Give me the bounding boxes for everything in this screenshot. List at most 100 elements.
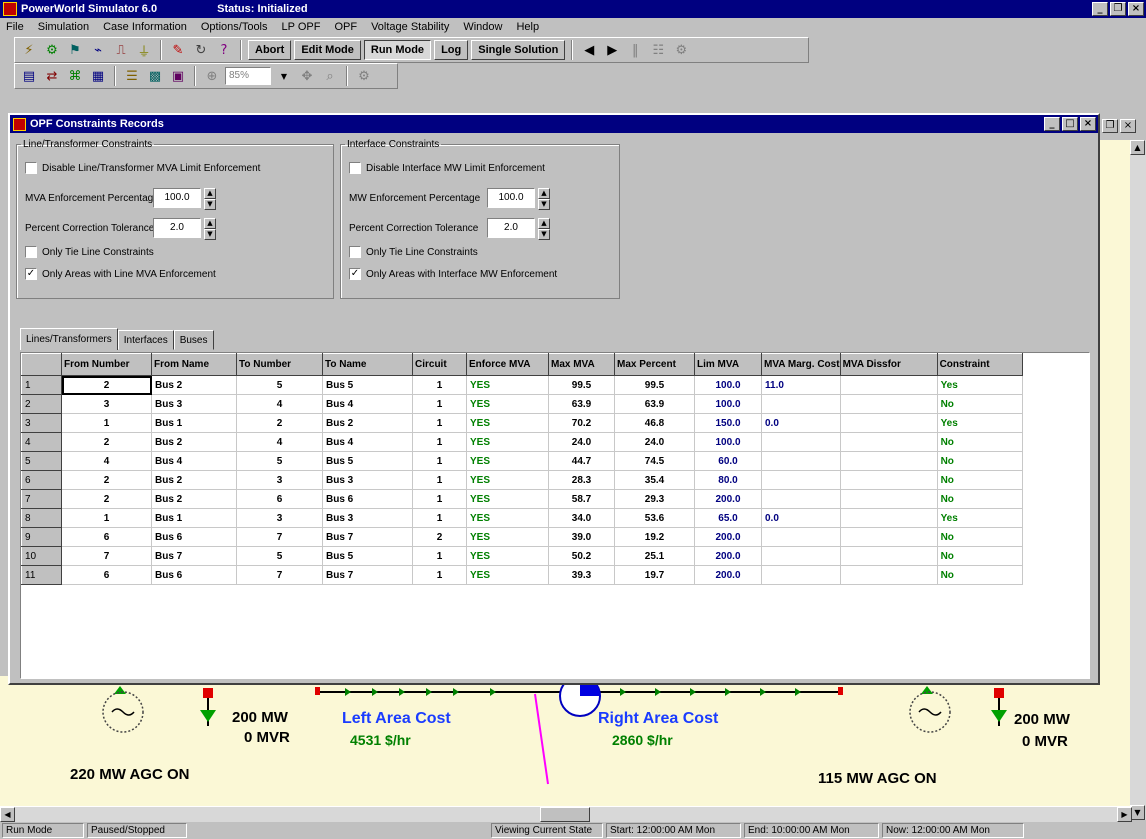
tab-interfaces[interactable]: Interfaces	[117, 330, 174, 350]
table-cell[interactable]: 200.0	[694, 527, 762, 547]
table-cell[interactable]: 1	[412, 432, 467, 452]
table-cell[interactable]: YES	[466, 432, 549, 452]
table-cell[interactable]: No	[937, 546, 1023, 566]
line-mva-pct-input[interactable]: 100.0	[153, 188, 201, 208]
opf-icon[interactable]: ⚙	[671, 41, 691, 59]
vertical-scrollbar[interactable]: ▲ ▼	[1130, 140, 1146, 820]
table-cell[interactable]: YES	[466, 394, 549, 414]
interface-tolerance-spinner[interactable]: ▲ ▼	[538, 218, 550, 240]
table-cell[interactable]: 7	[61, 546, 152, 566]
menu-case-information[interactable]: Case Information	[103, 21, 187, 33]
zoom-field[interactable]: 85%	[225, 67, 271, 85]
contingency-icon[interactable]: ☷	[648, 41, 668, 59]
table-cell[interactable]	[761, 546, 841, 566]
layers-icon[interactable]: ▣	[168, 67, 188, 85]
line-disable-row[interactable]: Disable Line/Transformer MVA Limit Enfor…	[25, 162, 260, 174]
edit-mode-button[interactable]: Edit Mode	[294, 40, 361, 60]
table-cell[interactable]: 19.2	[614, 527, 695, 547]
table-cell[interactable]	[761, 470, 841, 490]
zoom-dropdown-icon[interactable]: ▼	[274, 67, 294, 85]
table-cell[interactable]: 1	[412, 394, 467, 414]
table-cell[interactable]: Bus 5	[322, 546, 413, 566]
table-row[interactable]: 2 3 Bus 3 4 Bus 4 1 YES 63.9 63.9 100.0 No	[21, 394, 1023, 414]
table-row[interactable]: 7 2 Bus 2 6 Bus 6 1 YES 58.7 29.3 200.0 No	[21, 489, 1023, 509]
log-button[interactable]: Log	[434, 40, 469, 60]
mva-dissfor-cell[interactable]	[840, 451, 938, 471]
table-cell[interactable]: 1	[412, 470, 467, 490]
mva-dissfor-cell[interactable]	[840, 508, 938, 528]
col-enforce-mva[interactable]: Enforce MVA	[466, 353, 549, 376]
table-cell[interactable]: 99.5	[614, 375, 695, 395]
table-cell[interactable]: 74.5	[614, 451, 695, 471]
table-cell[interactable]: 1	[412, 508, 467, 528]
table-cell[interactable]: 58.7	[548, 489, 615, 509]
table-cell[interactable]: 24.0	[548, 432, 615, 452]
interface-only-tie-checkbox[interactable]	[349, 246, 361, 258]
table-cell[interactable]: Bus 5	[322, 375, 413, 395]
mva-dissfor-cell[interactable]	[840, 432, 938, 452]
col-mva-dissfor[interactable]: MVA Dissfor	[839, 353, 938, 376]
table-row[interactable]: 6 2 Bus 2 3 Bus 3 1 YES 28.3 35.4 80.0 No	[21, 470, 1023, 490]
table-cell[interactable]: Bus 3	[322, 470, 413, 490]
table-cell[interactable]: YES	[466, 508, 549, 528]
table-cell[interactable]: 63.9	[548, 394, 615, 414]
table-cell[interactable]: Bus 2	[151, 489, 237, 509]
swap-icon[interactable]: ⇄	[42, 67, 62, 85]
table-cell[interactable]: 7	[236, 527, 323, 547]
table-cell[interactable]: 50.2	[548, 546, 615, 566]
table-cell[interactable]: Yes	[937, 413, 1023, 433]
col-to-number[interactable]: To Number	[236, 353, 323, 376]
bus-icon[interactable]: ⚡	[19, 41, 39, 59]
table-cell[interactable]: 29.3	[614, 489, 695, 509]
table-cell[interactable]: 6	[61, 565, 152, 585]
table-cell[interactable]: 2	[61, 432, 152, 452]
palette-icon[interactable]: ▤	[19, 67, 39, 85]
table-cell[interactable]	[761, 565, 841, 585]
close-icon[interactable]: ×	[1128, 2, 1144, 16]
table-cell[interactable]: 2	[61, 489, 152, 509]
generator-icon[interactable]: ⚙	[42, 41, 62, 59]
table-cell[interactable]: 53.6	[614, 508, 695, 528]
table-cell[interactable]: 6	[61, 527, 152, 547]
interface-only-tie-row[interactable]: Only Tie Line Constraints	[349, 246, 478, 258]
scroll-thumb[interactable]	[540, 807, 590, 822]
table-cell[interactable]: 34.0	[548, 508, 615, 528]
table-cell[interactable]: No	[937, 394, 1023, 414]
mva-dissfor-cell[interactable]	[840, 527, 938, 547]
table-cell[interactable]	[761, 394, 841, 414]
table-cell[interactable]: 1	[412, 451, 467, 471]
table-cell[interactable]: 150.0	[694, 413, 762, 433]
table-cell[interactable]	[761, 489, 841, 509]
dialog-close-icon[interactable]: ×	[1080, 117, 1096, 131]
table-cell[interactable]: YES	[466, 546, 549, 566]
help-icon[interactable]: ?	[214, 41, 234, 59]
table-cell[interactable]: 6	[236, 489, 323, 509]
horizontal-scrollbar[interactable]: ◀ ▶	[0, 806, 1132, 822]
oneline-close-icon[interactable]: ×	[1120, 119, 1136, 133]
table-cell[interactable]: 1	[412, 565, 467, 585]
minimize-icon[interactable]: _	[1092, 2, 1108, 16]
interface-mw-pct-spinner[interactable]: ▲ ▼	[538, 188, 550, 210]
menu-simulation[interactable]: Simulation	[38, 21, 89, 33]
left-agc-status[interactable]: 220 MW AGC ON	[70, 766, 189, 783]
table-cell[interactable]: No	[937, 451, 1023, 471]
table-cell[interactable]: YES	[466, 413, 549, 433]
scroll-up-icon[interactable]: ▲	[1130, 140, 1145, 155]
interface-only-areas-row[interactable]: ✓ Only Areas with Interface MW Enforceme…	[349, 268, 557, 280]
table-cell[interactable]: 1	[61, 508, 152, 528]
single-solution-button[interactable]: Single Solution	[471, 40, 566, 60]
pencil-icon[interactable]: ✎	[168, 41, 188, 59]
table-cell[interactable]: 3	[236, 470, 323, 490]
run-mode-button[interactable]: Run Mode	[363, 40, 432, 60]
table-cell[interactable]: 100.0	[694, 432, 762, 452]
table-cell[interactable]	[761, 527, 841, 547]
mva-dissfor-cell[interactable]	[840, 546, 938, 566]
table-cell[interactable]: Bus 1	[151, 413, 237, 433]
table-row[interactable]: 3 1 Bus 1 2 Bus 2 1 YES 70.2 46.8 150.0 0.0 Yes	[21, 413, 1023, 433]
table-cell[interactable]: YES	[466, 375, 549, 395]
menu-file[interactable]: File	[6, 21, 24, 33]
table-cell[interactable]: 5	[236, 546, 323, 566]
col-circuit[interactable]: Circuit	[412, 353, 467, 376]
table-cell[interactable]	[761, 451, 841, 471]
table-cell[interactable]: No	[937, 489, 1023, 509]
